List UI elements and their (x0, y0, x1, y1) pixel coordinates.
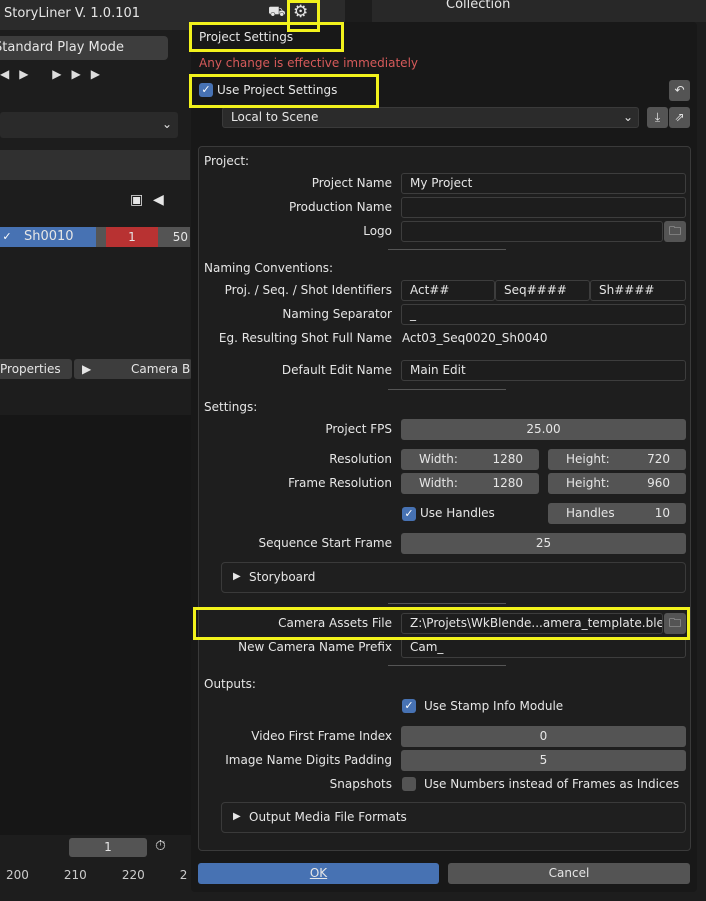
project-name-label: Project Name (311, 176, 392, 190)
divider (388, 603, 506, 604)
import-button[interactable]: ⤓ (647, 107, 668, 128)
storyboard-label[interactable]: Storyboard (249, 570, 315, 584)
stamp-checkbox[interactable]: ✓ (402, 699, 416, 713)
stamp-label[interactable]: Use Stamp Info Module (424, 699, 563, 713)
timeline-ticks: 200 210 220 2 (6, 868, 188, 882)
video-first-label: Video First Frame Index (251, 729, 392, 743)
video-first-field[interactable]: 0 (401, 726, 686, 747)
use-handles-label[interactable]: Use Handles (420, 506, 495, 520)
seq-start-field[interactable]: 25 (401, 533, 686, 554)
edit-name-label: Default Edit Name (281, 363, 392, 377)
source-dropdown[interactable]: Local to Scene ⌄ (222, 107, 639, 128)
chevron-down-icon: ⌄ (622, 110, 633, 124)
production-name-label: Production Name (288, 200, 392, 214)
outliner-collection[interactable]: Collection (446, 0, 510, 12)
seq-start-label: Sequence Start Frame (258, 536, 392, 550)
digits-label: Image Name Digits Padding (225, 753, 392, 767)
dropdown[interactable]: ⌄ (0, 112, 178, 138)
ok-button[interactable]: OK (198, 863, 439, 884)
sequence-identifier-input[interactable]: Seq#### (495, 280, 590, 301)
snapshots-option-label[interactable]: Use Numbers instead of Frames as Indices (424, 777, 679, 791)
project-heading: Project: (204, 154, 250, 168)
media-formats-label[interactable]: Output Media File Formats (249, 810, 407, 824)
divider (388, 389, 506, 390)
example-value: Act03_Seq0020_Sh0040 (402, 331, 548, 345)
settings-heading: Settings: (204, 400, 258, 414)
expand-triangle-icon[interactable]: ▶ (233, 811, 241, 822)
playback-controls[interactable]: ◀▶ ▶▶▶ (0, 67, 140, 89)
snapshots-label: Snapshots (329, 777, 392, 791)
highlight-camera-assets (193, 607, 690, 640)
stopwatch-icon[interactable]: ⏱ (155, 838, 166, 854)
divider (388, 665, 506, 666)
handles-field[interactable]: Handles 10 (548, 503, 686, 524)
warning-text: Any change is effective immediately (199, 56, 418, 70)
highlight-use-project (189, 74, 379, 108)
camera-tab[interactable]: ▶ Camera B (74, 359, 192, 379)
frame-height-field[interactable]: Height: 960 (548, 473, 686, 494)
outliner-header (372, 0, 706, 22)
identifiers-label: Proj. / Seq. / Shot Identifiers (224, 283, 392, 297)
digits-field[interactable]: 5 (401, 750, 686, 771)
divider (388, 249, 506, 250)
example-label: Eg. Resulting Shot Full Name (218, 331, 392, 345)
separator-input[interactable]: _ (401, 304, 686, 325)
speaker-icon[interactable]: ◀ (153, 192, 164, 208)
export-button[interactable]: ⇗ (669, 107, 690, 128)
reset-button[interactable]: ↶ (669, 80, 690, 101)
frame-resolution-label: Frame Resolution (288, 476, 392, 490)
frame-field[interactable]: 1 (69, 838, 147, 857)
addon-title: StoryLiner V. 1.0.101 (4, 6, 141, 21)
camera-prefix-label: New Camera Name Prefix (238, 640, 392, 654)
logo-input[interactable] (401, 221, 663, 242)
shot-start[interactable]: 1 (106, 227, 158, 247)
project-name-input[interactable]: My Project (401, 173, 686, 194)
production-name-input[interactable] (401, 197, 686, 218)
expand-triangle-icon[interactable]: ▶ (233, 571, 241, 582)
highlight-title (189, 22, 344, 52)
separator-label: Naming Separator (282, 307, 392, 321)
resolution-label: Resolution (329, 452, 392, 466)
resolution-width-field[interactable]: Width: 1280 (401, 449, 539, 470)
shot-checkbox[interactable]: ✓ (0, 230, 14, 244)
camera-icon[interactable]: ▣ (130, 192, 143, 208)
shot-row[interactable]: ✓ Sh0010 1 50 (0, 227, 190, 247)
shot-end[interactable]: 50 (158, 227, 190, 247)
logo-folder-icon[interactable]: 🗀 (664, 221, 686, 242)
fps-label: Project FPS (325, 422, 392, 436)
logo-label: Logo (363, 224, 392, 238)
project-identifier-input[interactable]: Act## (401, 280, 495, 301)
properties-tab[interactable]: Properties (0, 359, 72, 379)
camera-prefix-input[interactable]: Cam_ (401, 637, 686, 658)
snapshots-checkbox[interactable] (402, 777, 416, 791)
use-handles-checkbox[interactable]: ✓ (402, 507, 416, 521)
panel-bg (0, 150, 190, 180)
shot-identifier-input[interactable]: Sh#### (590, 280, 686, 301)
scene-icon[interactable]: ⛟ (268, 4, 286, 22)
fps-field[interactable]: 25.00 (401, 419, 686, 440)
resolution-height-field[interactable]: Height: 720 (548, 449, 686, 470)
shot-name: Sh0010 (24, 229, 74, 244)
frame-width-field[interactable]: Width: 1280 (401, 473, 539, 494)
naming-heading: Naming Conventions: (204, 261, 334, 275)
viewport[interactable] (0, 415, 192, 835)
outputs-heading: Outputs: (204, 677, 256, 691)
play-mode-button[interactable]: Standard Play Mode (0, 36, 168, 60)
cancel-button[interactable]: Cancel (448, 863, 690, 884)
edit-name-input[interactable]: Main Edit (401, 360, 686, 381)
